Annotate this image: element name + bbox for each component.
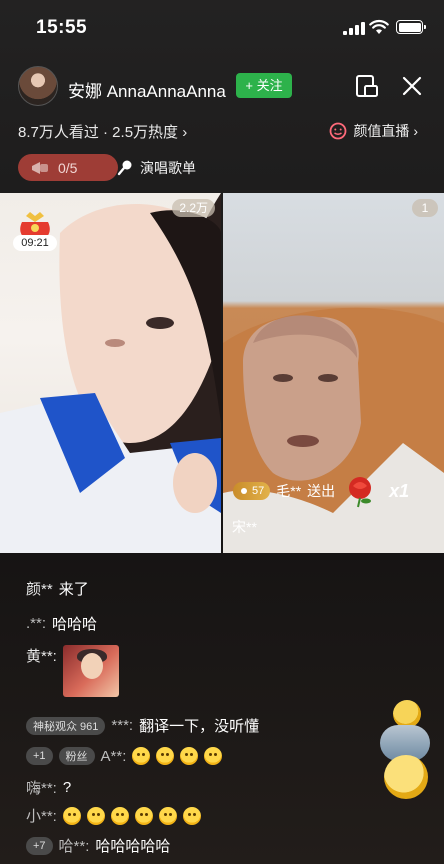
mystery-viewer-badge: 神秘观众 961: [26, 716, 106, 735]
laugh-cry-emoji-icon: [204, 747, 223, 765]
chat-message: 神秘观众 961 ***: 翻译一下，没听懂: [26, 715, 259, 736]
chat-message: 黄**:: [26, 645, 119, 697]
laugh-cry-emoji-icon: [156, 747, 175, 765]
floating-emoji-icon: [393, 700, 421, 728]
gift-verb: 送出: [307, 483, 336, 499]
song-list-button[interactable]: 演唱歌单: [106, 154, 206, 181]
chat-message: 小**:: [26, 805, 201, 826]
signal-icon: [343, 22, 365, 35]
chat-image[interactable]: [62, 645, 119, 697]
megaphone-icon: [32, 161, 48, 174]
chat-username[interactable]: 小**:: [26, 805, 57, 826]
gift-notification: 57 毛** 送出 x1: [233, 474, 409, 508]
category-label: 颜值直播 ›: [353, 123, 418, 139]
close-icon[interactable]: [397, 71, 427, 101]
level-badge: +7: [26, 836, 53, 855]
chat-message: +1 粉丝 A**:: [26, 747, 223, 765]
chat-text: 哈哈哈: [52, 616, 98, 633]
level-badge: +1: [26, 747, 53, 765]
laugh-cry-emoji-icon: [132, 747, 151, 765]
chat-username[interactable]: 嗨**:: [26, 777, 57, 798]
chat-username[interactable]: 黄**:: [26, 645, 57, 666]
chat-username[interactable]: 哈**:: [59, 835, 90, 856]
sun-icon: [241, 488, 247, 494]
song-list-label: 演唱歌单: [140, 159, 196, 176]
task-counter-value: 0/5: [58, 159, 78, 176]
right-contribution-badge: 1: [412, 199, 438, 217]
chat-text: ?: [62, 779, 72, 796]
microphone-icon: [117, 160, 132, 175]
chat-username[interactable]: A**:: [101, 748, 127, 765]
gift-sender: 毛**: [276, 483, 302, 499]
grin-emoji-icon: [158, 806, 177, 825]
chat-message: .**: 哈哈哈: [26, 613, 97, 634]
streamer-avatar[interactable]: [18, 66, 58, 106]
left-contribution-badge: 2.2万: [172, 199, 215, 217]
chat-text: 来了: [58, 581, 89, 598]
wifi-icon: [369, 19, 389, 34]
chat-username[interactable]: .**:: [26, 615, 46, 632]
grin-emoji-icon: [62, 806, 81, 825]
face-icon: [330, 122, 347, 140]
gift-level-chip: 57: [233, 482, 271, 500]
streamer-name[interactable]: 安娜 AnnaAnnaAnna: [68, 77, 226, 102]
category-link[interactable]: 颜值直播 ›: [329, 121, 418, 141]
chat-text: 哈哈哈哈哈: [95, 838, 171, 855]
battery-icon: [396, 20, 426, 34]
chat-message: 颜** 来了: [26, 578, 89, 599]
viewers-heat-info[interactable]: 8.7万人看过 · 2.5万热度 ›: [18, 121, 187, 142]
grin-emoji-icon: [134, 806, 153, 825]
grin-emoji-icon: [182, 806, 201, 825]
grin-emoji-icon: [110, 806, 129, 825]
task-counter-pill[interactable]: 0/5: [18, 154, 118, 181]
status-bar: 15:55: [0, 0, 444, 56]
guest-name: 宋**: [232, 519, 257, 535]
chat-message: 嗨**: ?: [26, 777, 71, 798]
chat-list[interactable]: 颜** 来了 .**: 哈哈哈 黄**: 神秘观众 961 ***: 翻译一下，…: [0, 565, 444, 864]
gift-level: 57: [252, 485, 265, 497]
chat-message: +7 哈**: 哈哈哈哈哈: [26, 835, 170, 856]
grin-emoji-icon: [86, 806, 105, 825]
rose-icon: [349, 477, 372, 508]
status-time: 15:55: [36, 17, 88, 38]
fan-badge: 粉丝: [58, 747, 95, 765]
chat-text: 翻译一下，没听懂: [139, 718, 260, 735]
mini-window-icon[interactable]: [352, 71, 382, 101]
follow-button[interactable]: + 关注: [236, 73, 292, 98]
laugh-cry-emoji-icon: [180, 747, 199, 765]
red-envelope-timer[interactable]: 09:21: [13, 235, 57, 251]
chat-username[interactable]: 颜**: [26, 578, 53, 599]
chat-username[interactable]: ***:: [111, 717, 133, 734]
floating-emoji-icon: [384, 755, 428, 799]
gift-count: x1: [389, 480, 410, 501]
